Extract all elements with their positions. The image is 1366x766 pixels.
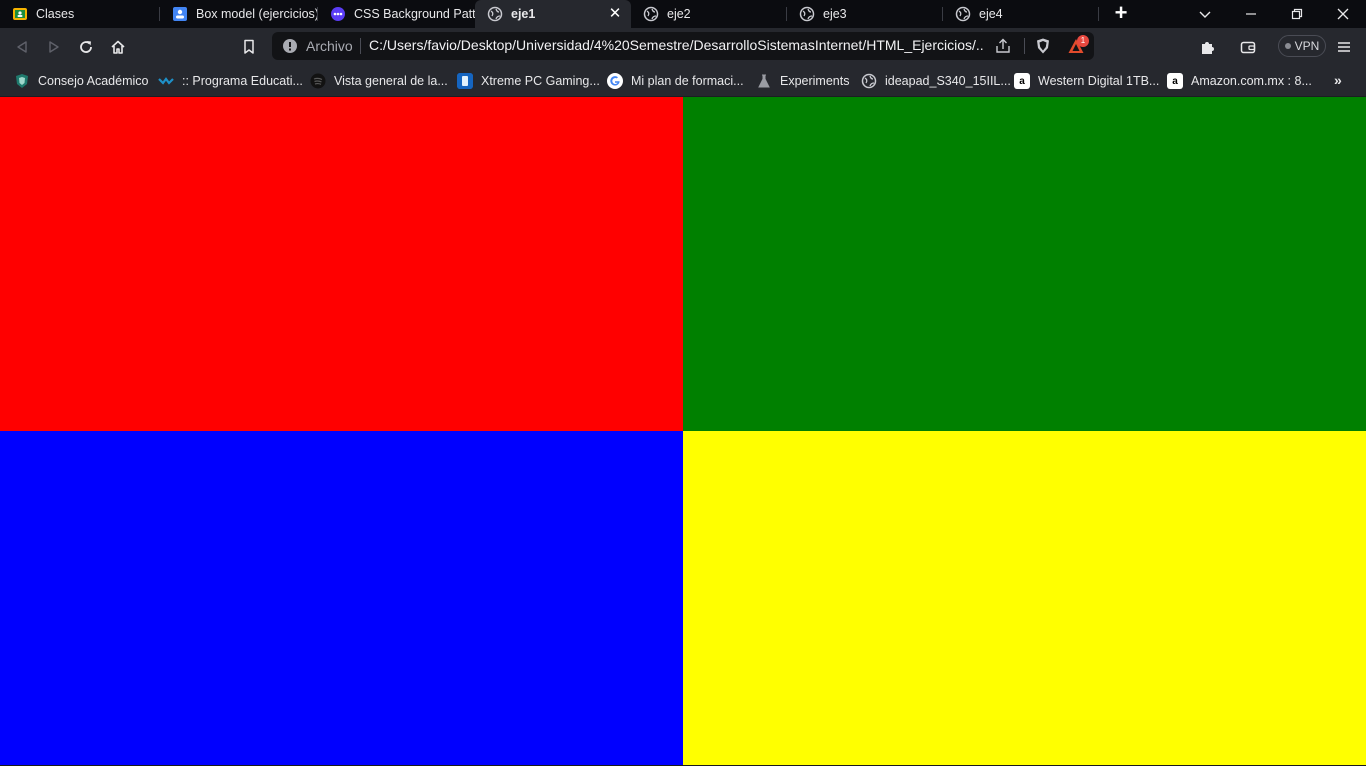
box-bottom-right — [683, 431, 1366, 765]
url-text[interactable]: C:/Users/favio/Desktop/Universidad/4%20S… — [369, 37, 984, 53]
tab-title: eje3 — [823, 7, 847, 21]
bookmark-label: ideapad_S340_15IIL... — [885, 74, 1011, 88]
bookmark-label: Mi plan de formaci... — [631, 74, 744, 88]
classroom-icon — [12, 6, 28, 22]
bookmark-label: Vista general de la... — [334, 74, 448, 88]
bookmark-programa-educativo[interactable]: :: Programa Educati... — [158, 72, 303, 90]
share-icon[interactable] — [994, 37, 1012, 55]
tab-clases[interactable]: Clases — [0, 0, 160, 28]
restore-icon — [1291, 8, 1303, 20]
page-content — [0, 97, 1366, 766]
bookmark-experiments[interactable]: Experiments — [756, 72, 849, 90]
globe-icon — [487, 6, 503, 22]
globe-icon — [799, 6, 815, 22]
bookmark-western-digital[interactable]: a Western Digital 1TB... — [1014, 72, 1159, 90]
patterns-icon — [330, 6, 346, 22]
close-icon — [1337, 8, 1349, 20]
globe-icon — [861, 73, 877, 89]
forward-icon — [49, 41, 59, 53]
tab-title: eje2 — [667, 7, 691, 21]
forward-button[interactable] — [43, 36, 65, 58]
box-top-left — [0, 97, 683, 431]
assignment-icon — [172, 6, 188, 22]
amazon-icon: a — [1014, 73, 1030, 89]
tab-search-button[interactable] — [1182, 0, 1228, 28]
chevron-down-icon — [1199, 11, 1211, 18]
tab-title: CSS Background Patte — [354, 7, 475, 21]
bookmark-label: Experiments — [780, 74, 850, 88]
google-icon — [607, 73, 623, 89]
amazon-icon: a — [1167, 73, 1183, 89]
tab-title: eje1 — [511, 7, 536, 21]
box-top-right — [683, 97, 1366, 431]
home-button[interactable] — [107, 36, 129, 58]
bookmark-button[interactable] — [238, 36, 260, 58]
reload-button[interactable] — [75, 36, 97, 58]
minimize-icon — [1246, 13, 1256, 15]
brave-shields-icon[interactable] — [1034, 37, 1052, 55]
tab-css-background[interactable]: CSS Background Patte — [318, 0, 475, 28]
bookmark-label: Amazon.com.mx : 8... — [1191, 74, 1312, 88]
rewards-badge: 1 — [1077, 35, 1089, 47]
bookmark-xtreme-pc[interactable]: Xtreme PC Gaming... — [457, 72, 600, 90]
vpn-button[interactable]: VPN — [1278, 35, 1326, 57]
restore-button[interactable] — [1274, 0, 1320, 28]
minimize-button[interactable] — [1228, 0, 1274, 28]
home-icon — [111, 40, 125, 54]
address-bar[interactable]: Archivo C:/Users/favio/Desktop/Universid… — [272, 32, 1094, 60]
tab-eje4[interactable]: eje4 — [943, 0, 1099, 28]
extensions-button[interactable] — [1197, 36, 1219, 58]
tab-separator — [1098, 7, 1099, 21]
globe-icon — [955, 6, 971, 22]
protocol-label: Archivo — [306, 38, 353, 54]
puzzle-icon — [1202, 42, 1214, 54]
new-tab-button[interactable]: + — [1110, 2, 1132, 24]
bookmark-ideapad[interactable]: ideapad_S340_15IIL... — [861, 72, 1011, 90]
back-button[interactable] — [11, 36, 33, 58]
wallet-button[interactable] — [1237, 36, 1259, 58]
bookmark-vista-general[interactable]: Vista general de la... — [310, 72, 448, 90]
more-bookmarks-icon[interactable]: » — [1334, 72, 1342, 88]
xtreme-icon — [457, 73, 473, 89]
program-icon — [158, 73, 174, 89]
globe-icon — [643, 6, 659, 22]
bookmarks-bar: Consejo Académico :: Programa Educati...… — [0, 65, 1366, 97]
tab-eje3[interactable]: eje3 — [787, 0, 943, 28]
vpn-status-icon — [1284, 43, 1291, 49]
tab-eje1[interactable]: eje1 ✕ — [475, 0, 631, 28]
box-bottom-left — [0, 431, 683, 765]
bookmark-label: Consejo Académico — [38, 74, 149, 88]
tab-title: Box model (ejercicios) — [196, 7, 318, 21]
close-tab-icon[interactable]: ✕ — [607, 6, 623, 22]
reload-icon — [80, 41, 92, 53]
tab-strip: Clases Box model (ejercicios) CSS Backgr… — [0, 0, 1366, 28]
navigation-toolbar: Archivo C:/Users/favio/Desktop/Universid… — [0, 28, 1366, 65]
vpn-label: VPN — [1294, 39, 1320, 53]
hamburger-icon — [1338, 42, 1350, 52]
bookmark-mi-plan[interactable]: Mi plan de formaci... — [607, 72, 744, 90]
divider — [360, 38, 361, 54]
back-icon — [17, 41, 27, 53]
divider — [1024, 38, 1025, 54]
spotify-icon — [310, 73, 326, 89]
bookmark-consejo-academico[interactable]: Consejo Académico — [14, 72, 148, 90]
info-icon[interactable] — [282, 38, 298, 54]
tab-eje2[interactable]: eje2 — [631, 0, 787, 28]
bookmark-label: Western Digital 1TB... — [1038, 74, 1160, 88]
menu-button[interactable] — [1333, 36, 1355, 58]
tab-box-model[interactable]: Box model (ejercicios) — [160, 0, 318, 28]
shield-logo-icon — [14, 73, 30, 89]
bookmark-icon — [244, 39, 254, 54]
flask-icon — [756, 73, 772, 89]
tab-title: Clases — [36, 7, 75, 21]
close-window-button[interactable] — [1320, 0, 1366, 28]
bookmark-label: :: Programa Educati... — [182, 74, 303, 88]
wallet-icon — [1240, 41, 1256, 54]
bookmark-amazon[interactable]: a Amazon.com.mx : 8... — [1167, 72, 1312, 90]
tab-title: eje4 — [979, 7, 1003, 21]
bookmark-label: Xtreme PC Gaming... — [481, 74, 600, 88]
